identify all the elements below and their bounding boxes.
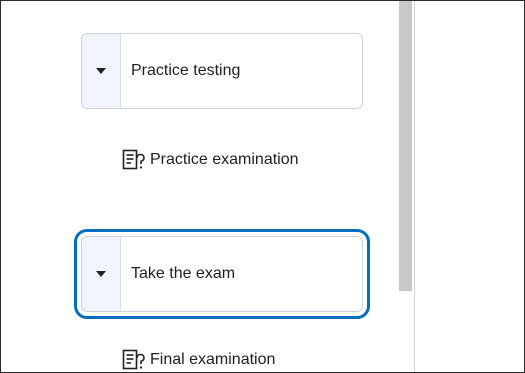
topic-final-examination[interactable]: Final examination	[122, 349, 275, 371]
quiz-icon	[122, 149, 145, 170]
topic-label: Final examination	[150, 351, 276, 368]
caret-down-icon	[96, 271, 106, 277]
main-content-area	[415, 1, 524, 372]
module-practice-testing[interactable]: Practice testing	[81, 33, 363, 109]
module-take-the-exam[interactable]: Take the exam	[74, 229, 370, 319]
topic-label: Practice examination	[150, 151, 299, 168]
content-navigation-sidebar: Practice testing Practice examination Ta…	[1, 1, 397, 372]
module-label: Take the exam	[131, 265, 236, 282]
module-expand-toggle[interactable]	[82, 237, 121, 311]
quiz-icon	[122, 349, 145, 370]
topic-practice-examination[interactable]: Practice examination	[122, 149, 299, 171]
scrollbar-thumb[interactable]	[399, 1, 412, 291]
window-frame: Practice testing Practice examination Ta…	[0, 0, 525, 373]
module-label: Practice testing	[131, 62, 241, 79]
sidebar-scrollbar[interactable]	[397, 1, 415, 372]
module-expand-toggle[interactable]	[82, 34, 121, 108]
caret-down-icon	[96, 68, 106, 74]
